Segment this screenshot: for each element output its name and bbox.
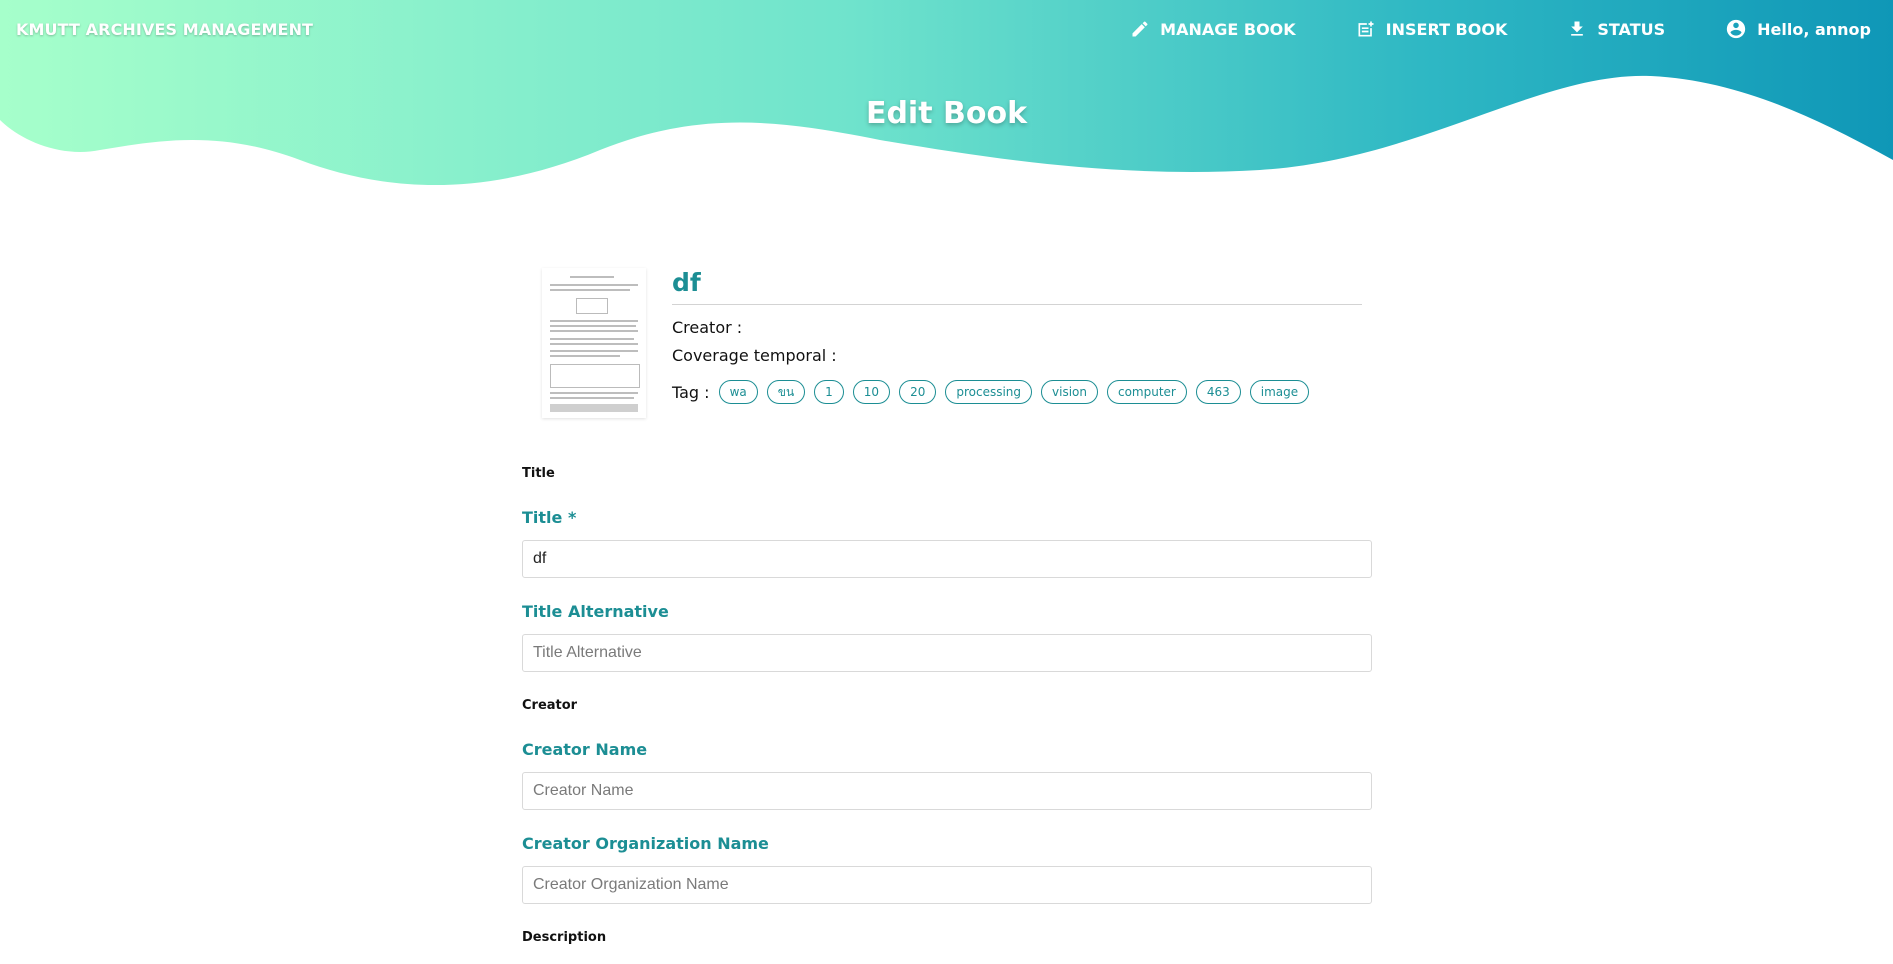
tag-chip[interactable]: vision (1041, 380, 1098, 404)
section-description-heading: Description (522, 930, 607, 945)
creator-organization-input[interactable] (522, 866, 1372, 904)
creator-meta-label: Creator : (672, 318, 743, 337)
tag-list: Tag : wa ขน 1 10 20 processing vision co… (672, 380, 1310, 404)
nav-manage-book[interactable]: MANAGE BOOK (1130, 19, 1296, 39)
title-divider (672, 304, 1362, 305)
note-add-icon (1358, 21, 1374, 37)
creator-name-input[interactable] (522, 772, 1372, 810)
coverage-meta-label: Coverage temporal : (672, 346, 837, 365)
section-creator-heading: Creator (522, 698, 578, 713)
nav-insert-book-label: INSERT BOOK (1385, 19, 1508, 39)
nav-status[interactable]: STATUS (1567, 19, 1665, 39)
tag-chip[interactable]: 1 (814, 380, 844, 404)
nav-user-label: Hello, annop (1757, 19, 1871, 39)
title-input[interactable] (522, 540, 1372, 578)
coverage-meta: Coverage temporal : (672, 346, 837, 365)
creator-meta: Creator : (672, 318, 742, 337)
tag-chip[interactable]: processing (945, 380, 1033, 404)
nav-manage-book-label: MANAGE BOOK (1160, 19, 1296, 39)
top-nav: MANAGE BOOK INSERT BOOK STATUS Hello, an… (1070, 18, 1871, 40)
tag-chip[interactable]: 463 (1195, 380, 1241, 404)
account-circle-icon (1726, 19, 1746, 39)
book-title: df (672, 268, 701, 297)
tag-chip[interactable]: image (1249, 380, 1310, 404)
page-title: Edit Book (865, 96, 1028, 131)
title-label: Title * (522, 508, 577, 527)
nav-user[interactable]: Hello, annop (1725, 18, 1871, 40)
book-summary: df Creator : Coverage temporal : Tag : w… (522, 264, 1362, 424)
tag-chip[interactable]: 20 (899, 380, 937, 404)
nav-insert-book[interactable]: INSERT BOOK (1356, 19, 1508, 39)
download-icon (1571, 21, 1584, 36)
section-title-heading: Title (522, 466, 555, 481)
tag-chip[interactable]: ขน (766, 380, 806, 404)
title-alternative-input[interactable] (522, 634, 1372, 672)
nav-status-label: STATUS (1597, 19, 1666, 39)
creator-organization-label: Creator Organization Name (522, 834, 769, 853)
pencil-icon (1132, 21, 1148, 37)
tag-chip[interactable]: 10 (852, 380, 891, 404)
tag-label: Tag : (672, 382, 710, 402)
creator-name-label: Creator Name (522, 740, 648, 759)
book-cover-thumbnail[interactable] (542, 268, 646, 418)
tag-chip[interactable]: wa (718, 380, 758, 404)
title-alternative-label: Title Alternative (522, 602, 669, 621)
brand-title[interactable]: KMUTT ARCHIVES MANAGEMENT (16, 20, 313, 39)
tag-chip[interactable]: computer (1106, 380, 1187, 404)
